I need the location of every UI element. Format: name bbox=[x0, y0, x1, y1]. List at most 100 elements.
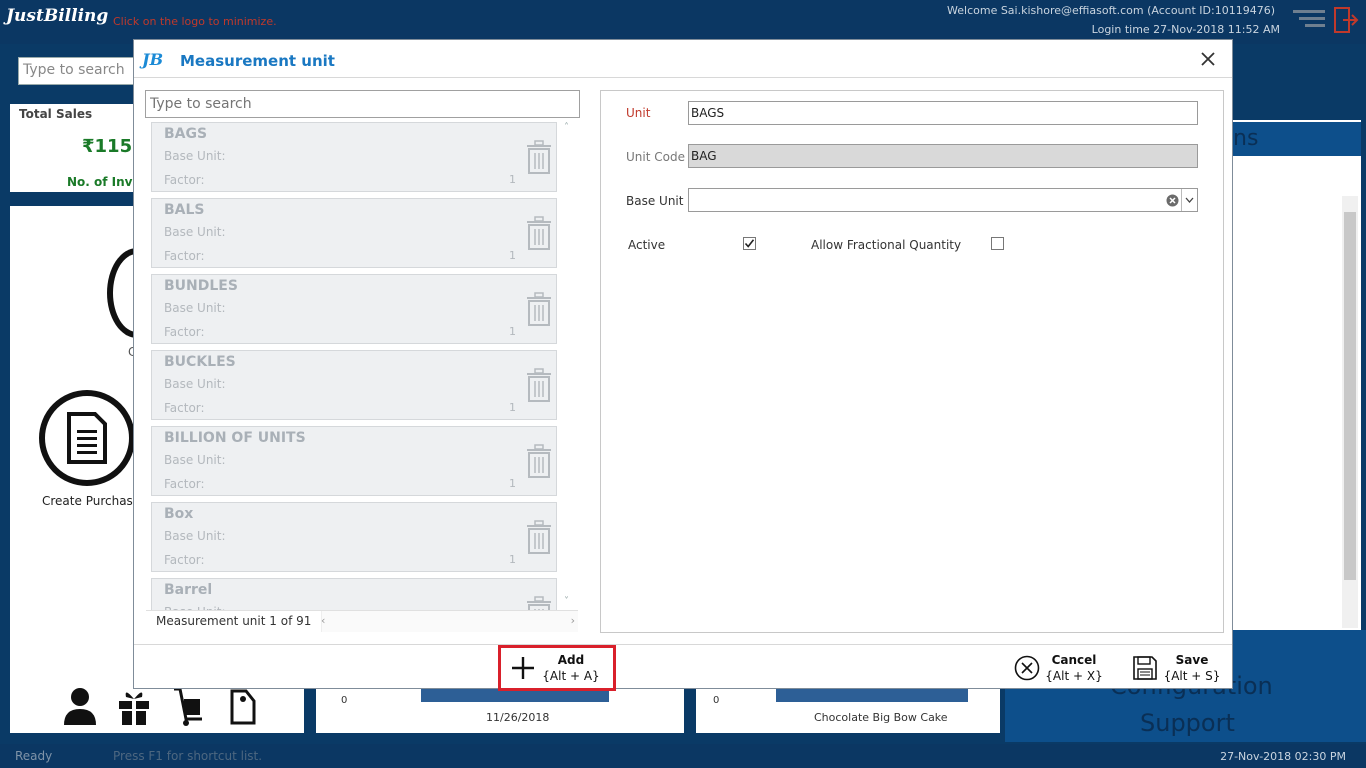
unit-factor-value: 1 bbox=[509, 173, 516, 186]
unit-factor-value: 1 bbox=[509, 553, 516, 566]
customer-icon[interactable] bbox=[62, 685, 98, 727]
unit-factor-label: Factor: bbox=[164, 249, 205, 263]
unit-base-label: Base Unit: bbox=[164, 301, 226, 315]
unit-name: Barrel bbox=[164, 582, 213, 598]
trash-icon[interactable] bbox=[526, 292, 552, 326]
unit-factor-label: Factor: bbox=[164, 173, 205, 187]
unit-list[interactable]: BAGS Base Unit: Factor: 1 BALS Base Unit… bbox=[145, 120, 579, 610]
invoices-label: No. of Invo bbox=[67, 175, 141, 189]
fractional-quantity-label: Allow Fractional Quantity bbox=[811, 238, 962, 252]
trash-icon[interactable] bbox=[526, 140, 552, 174]
total-sales-label: Total Sales bbox=[19, 107, 93, 121]
unit-name: BAGS bbox=[164, 126, 208, 142]
menu-item-support[interactable]: Support bbox=[1140, 709, 1235, 737]
active-checkbox[interactable] bbox=[743, 237, 756, 250]
app-logo[interactable]: JustBilling bbox=[6, 6, 108, 26]
save-button-label: Save bbox=[1175, 653, 1209, 667]
scrollbar-thumb[interactable] bbox=[1344, 212, 1356, 580]
unit-factor-label: Factor: bbox=[164, 553, 205, 567]
right-panel-header-text: ns bbox=[1233, 126, 1259, 151]
unit-label: Unit bbox=[626, 106, 651, 120]
status-hint: Press F1 for shortcut list. bbox=[113, 749, 263, 763]
delivery-trolley-icon[interactable] bbox=[170, 685, 206, 727]
list-item[interactable]: Barrel Base Unit: Factor: 1 bbox=[151, 578, 557, 610]
trash-icon[interactable] bbox=[526, 216, 552, 250]
logout-icon[interactable] bbox=[1333, 6, 1359, 34]
list-item[interactable]: BUNDLES Base Unit: Factor: 1 bbox=[151, 274, 557, 344]
unit-factor-value: 1 bbox=[509, 325, 516, 338]
login-time: Login time 27-Nov-2018 11:52 AM bbox=[1091, 23, 1280, 36]
gift-icon[interactable] bbox=[116, 685, 152, 727]
scroll-left-arrow-icon[interactable]: ‹ bbox=[321, 614, 325, 627]
welcome-text: Welcome Sai.kishore@effiasoft.com (Accou… bbox=[947, 4, 1275, 17]
record-counter-of: of bbox=[280, 614, 293, 628]
unit-code-input[interactable] bbox=[688, 144, 1198, 168]
bottom-icon-row bbox=[62, 685, 260, 727]
cancel-circle-icon bbox=[1014, 655, 1040, 681]
save-button[interactable]: Save {Alt + S} bbox=[1128, 649, 1224, 687]
price-tag-icon[interactable] bbox=[224, 685, 260, 727]
scroll-up-arrow-icon[interactable]: ˄ bbox=[564, 122, 569, 133]
unit-input[interactable] bbox=[688, 101, 1198, 125]
active-label: Active bbox=[628, 238, 666, 252]
hamburger-menu-icon[interactable] bbox=[1293, 10, 1325, 30]
save-button-shortcut: {Alt + S} bbox=[1163, 669, 1221, 683]
cancel-button-shortcut: {Alt + X} bbox=[1045, 669, 1103, 683]
background-search-input[interactable]: Type to search bbox=[18, 57, 134, 85]
status-time: 27-Nov-2018 02:30 PM bbox=[1220, 750, 1346, 763]
trash-icon[interactable] bbox=[526, 520, 552, 554]
unit-name: BILLION OF UNITS bbox=[164, 430, 306, 446]
scroll-right-arrow-icon[interactable]: › bbox=[571, 614, 575, 627]
clear-icon[interactable] bbox=[1166, 194, 1179, 207]
chart-axis-zero: 0 bbox=[713, 695, 720, 706]
list-item[interactable]: BALS Base Unit: Factor: 1 bbox=[151, 198, 557, 268]
trash-icon[interactable] bbox=[526, 368, 552, 402]
base-unit-label: Base Unit bbox=[626, 194, 684, 208]
chart-bar bbox=[776, 688, 968, 702]
unit-search-input[interactable] bbox=[145, 90, 580, 118]
unit-base-label: Base Unit: bbox=[164, 453, 226, 467]
unit-factor-value: 1 bbox=[509, 249, 516, 262]
unit-factor-value: 1 bbox=[509, 477, 516, 490]
unit-name: BALS bbox=[164, 202, 205, 218]
trash-icon[interactable] bbox=[526, 596, 552, 610]
chart-axis-zero: 0 bbox=[341, 695, 348, 706]
logo-hint: Click on the logo to minimize. bbox=[113, 15, 277, 28]
chevron-down-icon[interactable] bbox=[1181, 189, 1197, 211]
dialog-header: JB Measurement unit bbox=[134, 40, 1232, 78]
dialog-logo: JB bbox=[142, 50, 164, 69]
unit-form: Unit Unit Code Base Unit Active Allow Fr… bbox=[600, 90, 1224, 633]
list-item[interactable]: Box Base Unit: Factor: 1 bbox=[151, 502, 557, 572]
record-counter-prefix: Measurement unit bbox=[156, 614, 266, 628]
scroll-down-arrow-icon[interactable]: ˅ bbox=[564, 596, 569, 607]
base-unit-select[interactable] bbox=[688, 188, 1198, 212]
unit-factor-label: Factor: bbox=[164, 401, 205, 415]
cancel-button[interactable]: Cancel {Alt + X} bbox=[1010, 649, 1106, 687]
list-item[interactable]: BAGS Base Unit: Factor: 1 bbox=[151, 122, 557, 192]
unit-factor-label: Factor: bbox=[164, 477, 205, 491]
unit-base-label: Base Unit: bbox=[164, 225, 226, 239]
unit-name: Box bbox=[164, 506, 194, 522]
dialog-footer: Add {Alt + A} Cancel {Alt + X} Save {Alt… bbox=[134, 644, 1232, 691]
close-icon[interactable] bbox=[1198, 49, 1218, 69]
record-counter-current: 1 bbox=[269, 614, 277, 628]
chart-axis-label: 11/26/2018 bbox=[486, 711, 550, 724]
add-button-label: Add bbox=[557, 653, 585, 667]
add-button[interactable]: Add {Alt + A} bbox=[498, 645, 616, 691]
dialog-title: Measurement unit bbox=[180, 52, 335, 70]
list-item[interactable]: BILLION OF UNITS Base Unit: Factor: 1 bbox=[151, 426, 557, 496]
cancel-button-label: Cancel bbox=[1051, 653, 1097, 667]
plus-icon bbox=[512, 657, 534, 679]
fractional-quantity-checkbox[interactable] bbox=[991, 237, 1004, 250]
create-purchase-button[interactable] bbox=[39, 390, 135, 486]
list-item[interactable]: BUCKLES Base Unit: Factor: 1 bbox=[151, 350, 557, 420]
unit-factor-label: Factor: bbox=[164, 325, 205, 339]
trash-icon[interactable] bbox=[526, 444, 552, 478]
chart-axis-label: Chocolate Big Bow Cake bbox=[814, 711, 948, 724]
record-counter-total: 91 bbox=[296, 614, 312, 628]
unit-name: BUCKLES bbox=[164, 354, 236, 370]
create-purchase-label: Create Purchase bbox=[42, 494, 141, 508]
document-icon bbox=[67, 412, 107, 464]
horizontal-scrollbar[interactable]: ‹ › bbox=[321, 614, 575, 627]
unit-base-label: Base Unit: bbox=[164, 377, 226, 391]
